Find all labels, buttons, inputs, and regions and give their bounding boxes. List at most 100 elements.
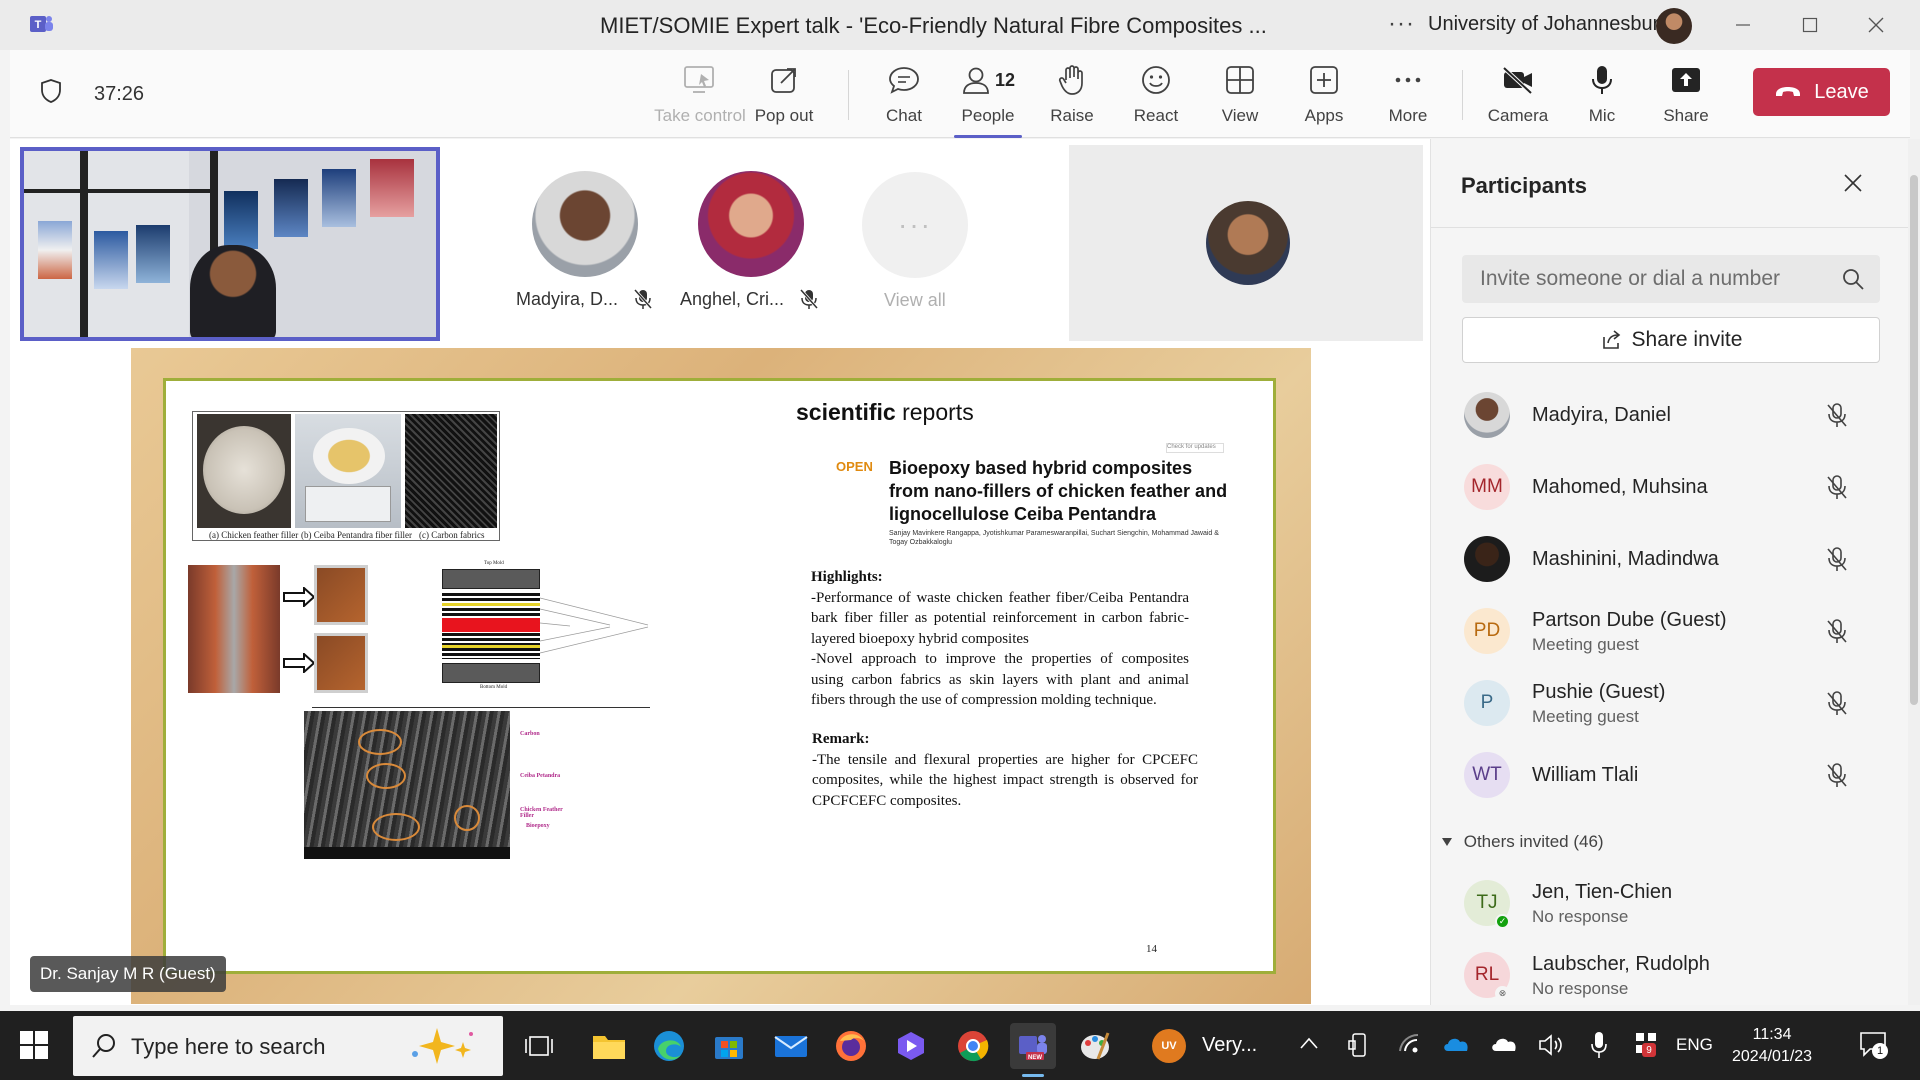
notifications-icon[interactable]: 1 (1858, 1029, 1888, 1059)
microphone-tray-icon[interactable] (1590, 1031, 1608, 1059)
file-explorer-icon[interactable] (586, 1023, 632, 1069)
top-mold (442, 569, 540, 589)
chicken-feather-photo (197, 414, 291, 528)
mail-icon[interactable] (768, 1023, 814, 1069)
onedrive-icon[interactable] (1490, 1035, 1518, 1053)
apps-button[interactable]: Apps (1282, 60, 1366, 132)
sem-label-carbon: Carbon (520, 731, 540, 737)
view-all-button[interactable]: ··· (862, 172, 968, 278)
carbon-fabric-photo (405, 414, 497, 528)
onedrive-blue-icon[interactable] (1442, 1035, 1470, 1053)
window-frame (80, 151, 88, 337)
participant-row[interactable]: P Pushie (Guest) Meeting guest (1451, 670, 1891, 734)
edge-browser-icon[interactable] (646, 1023, 692, 1069)
notification-count: 1 (1872, 1043, 1888, 1059)
taskbar-search-box[interactable]: Type here to search (73, 1016, 503, 1076)
sem-image (304, 711, 510, 859)
microsoft-store-icon[interactable] (706, 1023, 752, 1069)
window-frame (24, 189, 210, 193)
more-options-icon[interactable]: ··· (1388, 10, 1415, 38)
user-avatar[interactable] (1656, 8, 1692, 44)
more-dots-icon (1395, 77, 1421, 83)
materials-figure: (a) Chicken feather filler (b) Ceiba Pen… (192, 411, 500, 541)
laminate-photo-1 (314, 565, 368, 625)
invited-row[interactable]: TJ ✓ Jen, Tien-Chien No response (1451, 870, 1891, 934)
chat-button[interactable]: Chat (862, 60, 946, 132)
invited-row[interactable]: RL ⊗ Laubscher, Rudolph No response (1451, 942, 1891, 1002)
participant-row[interactable]: Mashinini, Madindwa (1451, 526, 1891, 590)
chrome-icon[interactable] (950, 1023, 996, 1069)
react-button[interactable]: React (1114, 60, 1198, 132)
weather-uv-icon[interactable]: UV (1152, 1029, 1186, 1063)
maximize-button[interactable] (1790, 8, 1830, 42)
others-invited-toggle[interactable]: Others invited (46) (1441, 832, 1604, 852)
search-icon[interactable] (1842, 268, 1864, 290)
organization-name[interactable]: University of Johannesburg (1428, 13, 1670, 36)
mic-button[interactable]: Mic (1560, 60, 1644, 132)
share-button[interactable]: Share (1644, 60, 1728, 132)
participant-row[interactable]: MM Mahomed, Muhsina (1451, 454, 1891, 518)
highlights-heading: Highlights: (811, 569, 883, 585)
panel-title: Participants (1461, 173, 1587, 198)
pop-out-button[interactable]: Pop out (742, 60, 826, 132)
participant-video-tile[interactable] (1069, 145, 1423, 341)
ceiba-fiber-photo (295, 414, 401, 528)
divider-line (312, 707, 650, 708)
meeting-timer: 37:26 (94, 83, 145, 105)
video-app-icon[interactable] (888, 1023, 934, 1069)
windows-start-icon[interactable] (20, 1031, 48, 1059)
network-tray-icon[interactable]: 9 (1632, 1029, 1662, 1059)
shield-icon[interactable] (40, 78, 62, 104)
more-label: More (1388, 106, 1428, 125)
mic-off-icon (634, 289, 652, 309)
close-window-button[interactable] (1856, 8, 1896, 42)
share-invite-button[interactable]: Share invite (1462, 317, 1880, 363)
participant-name: Pushie (Guest) (1532, 681, 1666, 703)
wifi-icon[interactable] (1398, 1033, 1420, 1055)
apps-label: Apps (1304, 106, 1344, 125)
participant-name: Mashinini, Madindwa (1532, 548, 1719, 570)
invitee-status: No response (1532, 907, 1629, 926)
chevron-up-icon[interactable] (1300, 1037, 1318, 1049)
device-icon[interactable] (1348, 1033, 1370, 1057)
participant-avatar-anghel[interactable] (698, 171, 804, 277)
view-grid-icon (1226, 66, 1254, 94)
view-all-label[interactable]: View all (884, 290, 946, 311)
take-control-button[interactable]: Take control (654, 60, 746, 132)
participant-avatar-madyira[interactable] (532, 171, 638, 277)
panel-scrollbar-thumb[interactable] (1910, 175, 1918, 705)
camera-button[interactable]: Camera (1476, 60, 1560, 132)
mold-photo (188, 565, 280, 693)
task-view-icon[interactable] (516, 1023, 562, 1069)
highlights-section: Highlights: -Performance of waste chicke… (811, 567, 1189, 711)
raise-hand-button[interactable]: Raise (1030, 60, 1114, 132)
more-button[interactable]: More (1366, 60, 1450, 132)
remark-heading: Remark: (812, 731, 870, 747)
invite-search-input[interactable] (1462, 255, 1822, 303)
taskbar-clock[interactable]: 11:34 2024/01/23 (1732, 1024, 1812, 1068)
leave-button[interactable]: Leave (1753, 68, 1890, 116)
panel-divider (1431, 227, 1911, 228)
pop-out-label: Pop out (754, 106, 814, 125)
participant-row[interactable]: Madyira, Daniel (1451, 382, 1891, 446)
invitee-name: Jen, Tien-Chien (1532, 881, 1673, 903)
people-button[interactable]: 12 People (946, 60, 1030, 138)
participant-row[interactable]: WT William Tlali (1451, 742, 1891, 806)
avatar-initials: P (1464, 680, 1510, 726)
participant-role: Meeting guest (1532, 707, 1639, 726)
paint-icon[interactable] (1072, 1023, 1118, 1069)
react-label: React (1133, 106, 1179, 125)
view-button[interactable]: View (1198, 60, 1282, 132)
teams-taskbar-icon[interactable]: NEW (1010, 1023, 1056, 1077)
bottom-mold-label: Bottom Mold (480, 685, 508, 690)
participant-row[interactable]: PD Partson Dube (Guest) Meeting guest (1451, 598, 1891, 662)
firefox-icon[interactable] (828, 1023, 874, 1069)
minimize-button[interactable] (1723, 8, 1763, 42)
volume-icon[interactable] (1538, 1033, 1564, 1057)
weather-text[interactable]: Very... (1202, 1034, 1257, 1057)
language-indicator[interactable]: ENG (1676, 1035, 1713, 1055)
close-panel-icon[interactable] (1843, 173, 1863, 193)
leave-label: Leave (1814, 80, 1869, 103)
self-video-tile[interactable] (20, 147, 440, 341)
speaker-video (190, 245, 276, 337)
